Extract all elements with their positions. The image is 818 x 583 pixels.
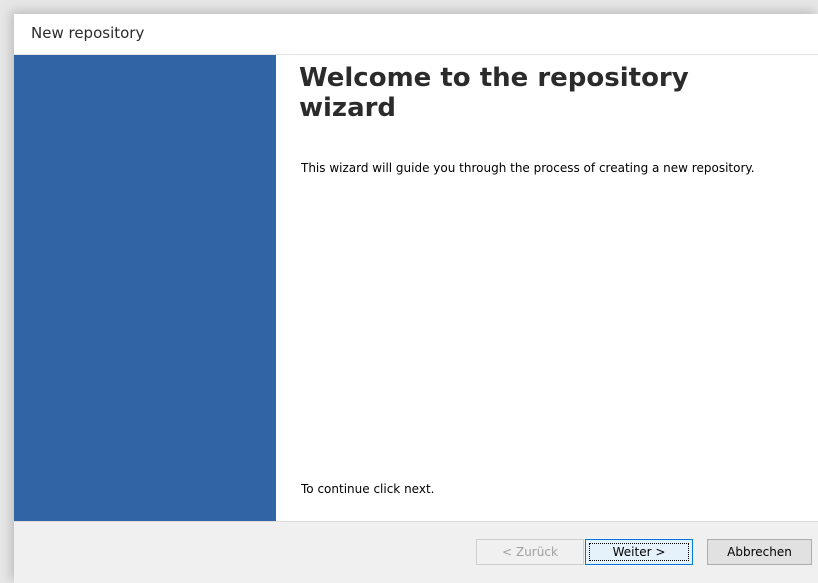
next-button[interactable]: Weiter > bbox=[585, 539, 693, 565]
continue-hint: To continue click next. bbox=[301, 482, 435, 496]
title-bar: New repository bbox=[14, 14, 818, 55]
wizard-description: This wizard will guide you through the p… bbox=[301, 161, 755, 175]
wizard-side-banner bbox=[14, 55, 276, 521]
next-button-label: Weiter > bbox=[589, 543, 689, 561]
wizard-content-area: Welcome to the repository wizard This wi… bbox=[276, 55, 818, 521]
window-title: New repository bbox=[31, 24, 145, 42]
wizard-window: New repository Welcome to the repository… bbox=[14, 14, 818, 583]
cancel-button[interactable]: Abbrechen bbox=[707, 539, 812, 565]
wizard-footer: < Zurück Weiter > Abbrechen bbox=[14, 522, 818, 583]
back-button[interactable]: < Zurück bbox=[476, 539, 584, 565]
wizard-heading: Welcome to the repository wizard bbox=[299, 63, 689, 123]
